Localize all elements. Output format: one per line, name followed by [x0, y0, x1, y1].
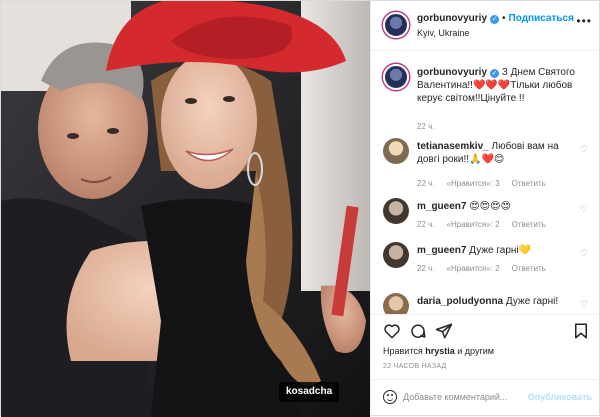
commenter-avatar[interactable]	[383, 293, 409, 314]
more-icon[interactable]: •••	[576, 14, 592, 28]
add-comment-bar: Опубликовать	[371, 379, 600, 417]
post-side-panel: gorbunovyuriy ✓ • Подписаться Kyiv, Ukraine…	[370, 1, 600, 417]
comment-username[interactable]: m_gueen7	[417, 245, 466, 256]
comment-likes[interactable]: «Нравится»: 2	[447, 264, 500, 273]
user-tag-badge[interactable]: kosadcha	[279, 382, 340, 402]
comment-item: daria_poludyonna Дуже гарні! ♡	[383, 293, 588, 314]
comment-likes[interactable]: «Нравится»: 2	[447, 220, 500, 229]
share-icon[interactable]	[435, 322, 453, 340]
comment-time[interactable]: 22 ч.	[417, 220, 435, 229]
comment-item: m_gueen7 Дуже гарні💛 22 ч. «Нравится»: 2 О…	[383, 242, 588, 282]
likes-user[interactable]: hrystia	[425, 346, 455, 356]
reply-button[interactable]: Ответить	[512, 220, 546, 229]
post-location[interactable]: Kyiv, Ukraine	[417, 28, 469, 38]
commenter-avatar[interactable]	[383, 138, 409, 164]
reply-button[interactable]: Ответить	[512, 179, 546, 188]
action-bar	[371, 314, 600, 344]
caption-item: gorbunovyuriy ✓ З Днем Святого Валентина!…	[383, 64, 588, 131]
bookmark-icon[interactable]	[572, 322, 590, 340]
post-time-ago[interactable]: 22 ЧАСОВ НАЗАД	[383, 363, 447, 370]
likes-tail[interactable]: и другим	[457, 346, 494, 356]
like-comment-icon[interactable]: ♡	[580, 204, 588, 215]
comment-meta: 22 ч. «Нравится»: 2 Ответить	[417, 264, 558, 273]
comment-text: Дуже гарні💛	[469, 245, 532, 256]
verified-icon: ✓	[490, 69, 500, 78]
author-avatar[interactable]	[383, 12, 409, 38]
likes-prefix: Нравится	[383, 346, 423, 356]
comment-meta: 22 ч. «Нравится»: 2 Ответить	[417, 220, 558, 229]
verified-icon: ✓	[490, 15, 500, 24]
comment-item: m_gueen7 😍😍😍😍 22 ч. «Нравится»: 2 Ответить…	[383, 198, 588, 238]
comment-text: Дуже гарні!	[505, 296, 559, 307]
like-comment-icon[interactable]: ♡	[580, 299, 588, 310]
comment-username[interactable]: tetianasemkiv_	[417, 141, 489, 152]
commenter-avatar[interactable]	[383, 242, 409, 268]
comment-input[interactable]	[403, 389, 533, 405]
reply-button[interactable]: Ответить	[512, 264, 546, 273]
instagram-post: kosadcha gorbunovyuriy ✓ • Подписаться Kyiv…	[0, 0, 600, 417]
like-comment-icon[interactable]: ♡	[580, 248, 588, 259]
follow-button[interactable]: Подписаться	[509, 13, 574, 24]
comment-meta: 22 ч. «Нравится»: 3 Ответить	[417, 179, 558, 188]
caption-username[interactable]: gorbunovyuriy	[417, 67, 487, 78]
post-header: gorbunovyuriy ✓ • Подписаться Kyiv, Ukraine…	[371, 1, 600, 51]
comments-list[interactable]: gorbunovyuriy ✓ З Днем Святого Валентина!…	[371, 52, 600, 314]
likes-summary[interactable]: Нравится hrystia и другим	[383, 346, 494, 356]
comment-icon[interactable]	[409, 322, 427, 340]
comment-username[interactable]: daria_poludyonna	[417, 296, 503, 307]
heart-icon[interactable]	[383, 322, 401, 340]
header-name-row: gorbunovyuriy ✓ • Подписаться	[417, 13, 574, 24]
comment-item: tetianasemkiv_ Любові вам на довгі роки!…	[383, 138, 588, 188]
comment-username[interactable]: m_gueen7	[417, 201, 466, 212]
publish-button[interactable]: Опубликовать	[528, 392, 592, 402]
caption-time: 22 ч.	[417, 122, 435, 131]
caption-meta: 22 ч.	[417, 122, 447, 131]
dot-separator: •	[502, 13, 506, 24]
post-photo[interactable]: kosadcha	[1, 1, 370, 417]
author-username[interactable]: gorbunovyuriy	[417, 13, 487, 24]
comment-time[interactable]: 22 ч.	[417, 264, 435, 273]
emoji-icon[interactable]	[383, 390, 397, 404]
like-comment-icon[interactable]: ♡	[580, 144, 588, 155]
comment-time[interactable]: 22 ч.	[417, 179, 435, 188]
selfie-image	[1, 1, 370, 417]
commenter-avatar[interactable]	[383, 198, 409, 224]
author-avatar-small[interactable]	[383, 64, 409, 90]
comment-likes[interactable]: «Нравится»: 3	[447, 179, 500, 188]
comment-text: 😍😍😍😍	[469, 201, 511, 212]
